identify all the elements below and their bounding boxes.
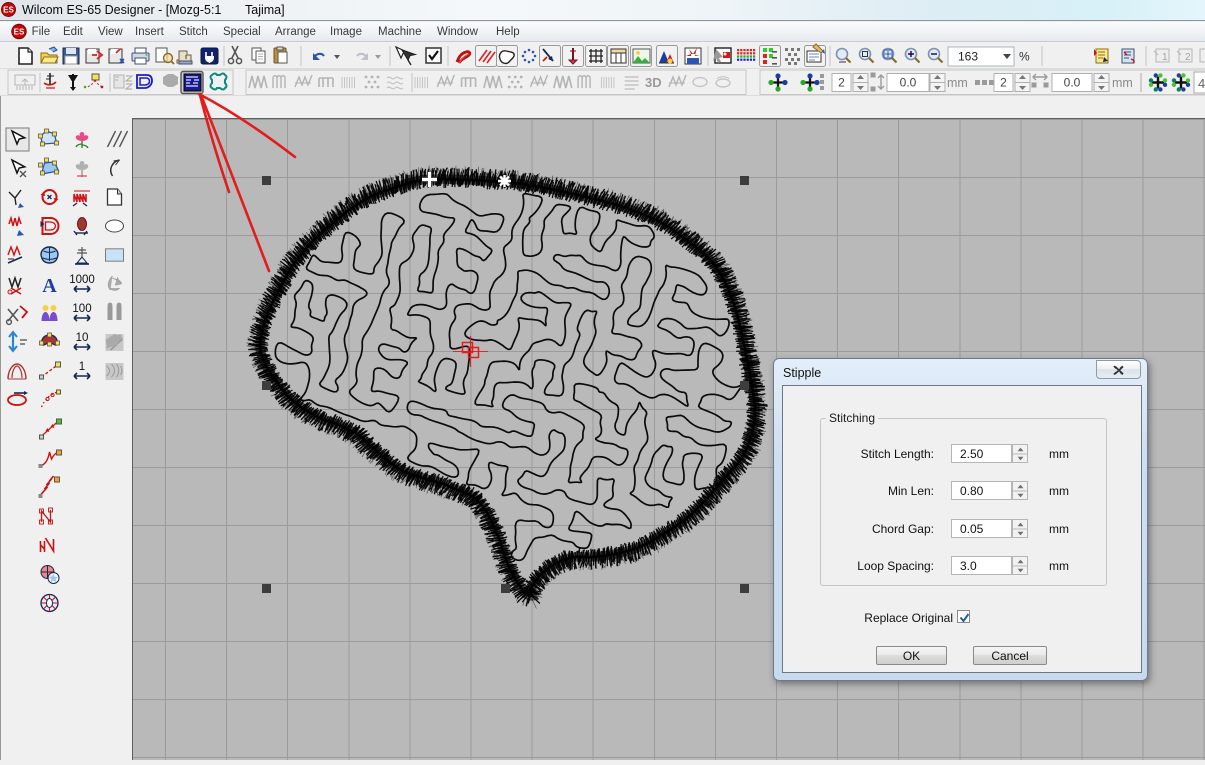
svg-text:0.0: 0.0	[1064, 76, 1081, 90]
svg-text:mm: mm	[947, 76, 968, 90]
svg-text:A: A	[42, 275, 57, 297]
svg-text:4: 4	[1198, 76, 1205, 91]
svg-text:100: 100	[72, 303, 91, 315]
svg-text:2: 2	[1000, 76, 1007, 90]
svg-text:mm: mm	[1112, 76, 1133, 90]
svg-text:3D: 3D	[645, 75, 662, 90]
svg-text:10: 10	[76, 332, 89, 344]
svg-text:%: %	[1019, 50, 1030, 64]
svg-text:1000: 1000	[69, 274, 95, 286]
svg-text:ES: ES	[14, 28, 25, 37]
svg-text:1: 1	[79, 361, 85, 373]
svg-text:163: 163	[958, 50, 978, 64]
svg-text:0.0: 0.0	[900, 76, 917, 90]
svg-text:2: 2	[1185, 52, 1191, 63]
svg-text:1: 1	[1162, 52, 1168, 63]
svg-text:2: 2	[838, 76, 845, 90]
svg-text:ES: ES	[3, 5, 14, 14]
